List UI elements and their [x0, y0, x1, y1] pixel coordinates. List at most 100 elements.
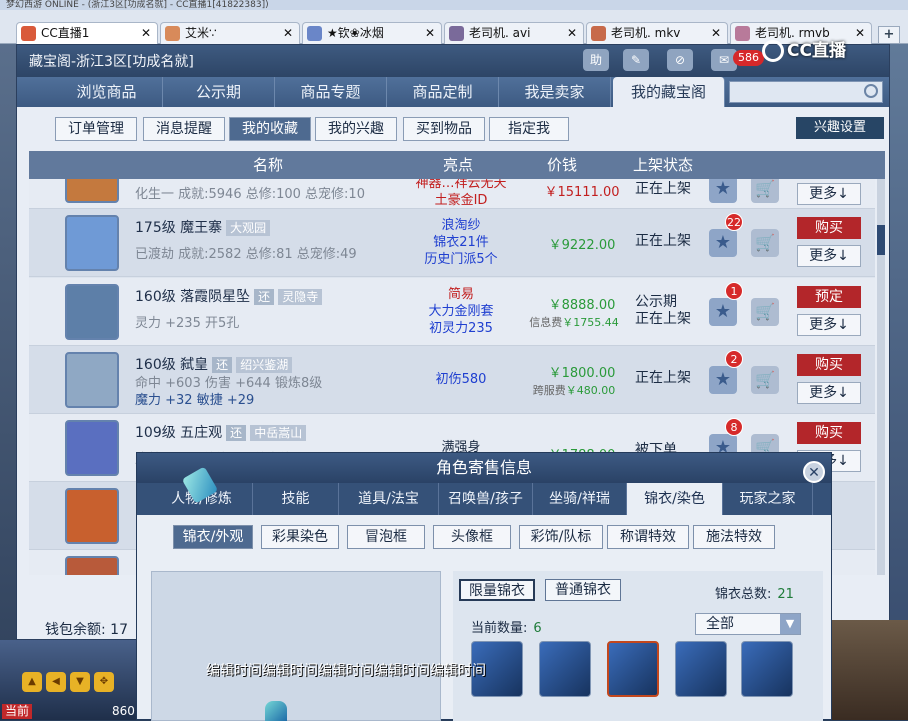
cart-icon[interactable]: 🛒 [751, 298, 779, 326]
favorite-star-icon[interactable]: ★ [709, 179, 737, 203]
item-detail: 化生一 成就:5946 总修:100 总宠修:10 [135, 187, 365, 202]
avatar [65, 215, 119, 271]
outfit-item[interactable] [675, 641, 727, 697]
avatar [65, 179, 119, 203]
close-tab-icon[interactable]: ✕ [283, 23, 293, 43]
tab-favicon-icon [21, 26, 36, 41]
avatar [65, 352, 119, 408]
list-item[interactable]: 160级 落霞陨星坠还灵隐寺 灵力 +235 开5孔 简易 大力金刚套 初灵力2… [29, 278, 875, 346]
list-scrollbar[interactable] [877, 179, 885, 575]
tab-my-pavilion[interactable]: 我的藏宝阁 [613, 77, 725, 107]
new-tab-button[interactable]: + [878, 26, 900, 44]
more-button[interactable]: 更多↓ [797, 382, 861, 404]
close-tab-icon[interactable]: ✕ [141, 23, 151, 43]
video-subtitle: 编辑时间编辑时间编辑时间编辑时间编辑时间 [206, 663, 486, 679]
hud-up-icon[interactable]: ▲ [22, 672, 42, 692]
subtab-cast-effect[interactable]: 施法特效 [693, 525, 775, 549]
close-tab-icon[interactable]: ✕ [855, 23, 865, 43]
list-item[interactable]: 175级 魔王寨 大观园 已渡劫 成就:2582 总修:81 总宠修:49 浪淘纱… [29, 209, 875, 277]
outfit-item[interactable] [607, 641, 659, 697]
cart-icon[interactable]: 🛒 [751, 179, 779, 203]
limited-outfit-button[interactable]: 限量锦衣 [459, 579, 535, 601]
browser-tab-5[interactable]: 老司机. mkv ✕ [586, 22, 728, 44]
popup-tabs: 人物/修炼 技能 道具/法宝 召唤兽/孩子 坐骑/祥瑞 锦衣/染色 玩家之家 [137, 483, 831, 515]
favorite-star-icon[interactable]: ★ [709, 229, 737, 257]
col-price: 价钱 [547, 156, 578, 174]
favorite-star-icon[interactable]: ★ [709, 298, 737, 326]
normal-outfit-button[interactable]: 普通锦衣 [545, 579, 621, 601]
hud-left-icon[interactable]: ◀ [46, 672, 66, 692]
hud-move-icon[interactable]: ✥ [94, 672, 114, 692]
item-name: 175级 魔王寨 大观园 [135, 217, 271, 237]
item-status: 正在上架 [635, 370, 691, 386]
tab-seller[interactable]: 我是卖家 [499, 77, 611, 107]
subtab-interests[interactable]: 我的兴趣 [315, 117, 397, 141]
tab-topics[interactable]: 商品专题 [275, 77, 387, 107]
favorite-count-badge: 1 [725, 282, 743, 300]
block-icon[interactable]: ⊘ [667, 49, 693, 71]
filter-select[interactable]: 全部 ▼ [695, 613, 801, 635]
cart-icon[interactable]: 🛒 [751, 366, 779, 394]
popup-tab-home[interactable]: 玩家之家 [723, 483, 813, 515]
item-status: 正在上架 [635, 181, 691, 197]
favorite-star-icon[interactable]: ★ [709, 366, 737, 394]
buy-button[interactable]: 购买 [797, 422, 861, 444]
browser-tab-3[interactable]: ★钦❀冰烟 ✕ [302, 22, 442, 44]
search-input[interactable] [729, 81, 883, 103]
help-icon[interactable]: 助 [583, 49, 609, 71]
popup-tab-items[interactable]: 道具/法宝 [339, 483, 439, 515]
cc-live-logo: CC直播 [762, 36, 846, 62]
more-button[interactable]: 更多↓ [797, 183, 861, 205]
reserve-button[interactable]: 预定 [797, 286, 861, 308]
subtab-orders[interactable]: 订单管理 [55, 117, 137, 141]
subtab-title-effect[interactable]: 称谓特效 [607, 525, 689, 549]
tab-custom[interactable]: 商品定制 [387, 77, 499, 107]
server-tag: 绍兴鉴湖 [236, 357, 293, 373]
outfit-item[interactable] [741, 641, 793, 697]
close-tab-icon[interactable]: ✕ [425, 23, 435, 43]
browser-tab-1[interactable]: CC直播1 ✕ [16, 22, 158, 44]
subtab-designated[interactable]: 指定我 [489, 117, 569, 141]
tab-browse[interactable]: 浏览商品 [51, 77, 163, 107]
avatar [65, 420, 119, 476]
subtab-bought[interactable]: 买到物品 [403, 117, 485, 141]
hud-down-icon[interactable]: ▼ [70, 672, 90, 692]
subtab-ornament[interactable]: 彩饰/队标 [519, 525, 603, 549]
buy-button[interactable]: 购买 [797, 354, 861, 376]
browser-tab-4[interactable]: 老司机. avi ✕ [444, 22, 584, 44]
hud-channel-label[interactable]: 当前 [2, 704, 33, 719]
list-item[interactable]: 160级 弑皇还绍兴鉴湖 命中 +603 伤害 +644 锻炼8级 魔力 +32… [29, 346, 875, 414]
list-item[interactable]: 化生一 成就:5946 总修:100 总宠修:10 神器…祥云无天 土豪金ID … [29, 179, 875, 209]
subtab-dye[interactable]: 彩果染色 [261, 525, 339, 549]
outfit-item[interactable] [539, 641, 591, 697]
subtab-outfit[interactable]: 锦衣/外观 [173, 525, 253, 549]
return-tag: 还 [254, 289, 275, 305]
popup-tab-outfits[interactable]: 锦衣/染色 [627, 483, 723, 515]
subtab-bubble[interactable]: 冒泡框 [347, 525, 425, 549]
popup-tab-mounts[interactable]: 坐骑/祥瑞 [533, 483, 627, 515]
server-tag: 灵隐寺 [278, 289, 323, 305]
close-icon[interactable]: ✕ [803, 461, 825, 483]
popup-tab-skills[interactable]: 技能 [253, 483, 339, 515]
subtab-alerts[interactable]: 消息提醒 [143, 117, 225, 141]
avatar [65, 556, 119, 575]
search-icon[interactable] [864, 84, 878, 98]
cart-icon[interactable]: 🛒 [751, 229, 779, 257]
server-tag: 中岳嵩山 [250, 425, 307, 441]
close-tab-icon[interactable]: ✕ [711, 23, 721, 43]
scrollbar-thumb[interactable] [877, 225, 885, 255]
popup-tab-pets[interactable]: 召唤兽/孩子 [439, 483, 533, 515]
tab-public[interactable]: 公示期 [163, 77, 275, 107]
interest-settings-button[interactable]: 兴趣设置 [796, 117, 884, 139]
browser-tab-2[interactable]: 艾米∵ ✕ [160, 22, 300, 44]
subtab-avatar-frame[interactable]: 头像框 [433, 525, 511, 549]
gem-icon [265, 701, 287, 721]
subtab-favorites[interactable]: 我的收藏 [229, 117, 311, 141]
more-button[interactable]: 更多↓ [797, 245, 861, 267]
more-button[interactable]: 更多↓ [797, 314, 861, 336]
buy-button[interactable]: 购买 [797, 217, 861, 239]
tab-favicon-icon [591, 26, 606, 41]
close-tab-icon[interactable]: ✕ [567, 23, 577, 43]
favorite-count-badge: 8 [725, 418, 743, 436]
edit-icon[interactable]: ✎ [623, 49, 649, 71]
